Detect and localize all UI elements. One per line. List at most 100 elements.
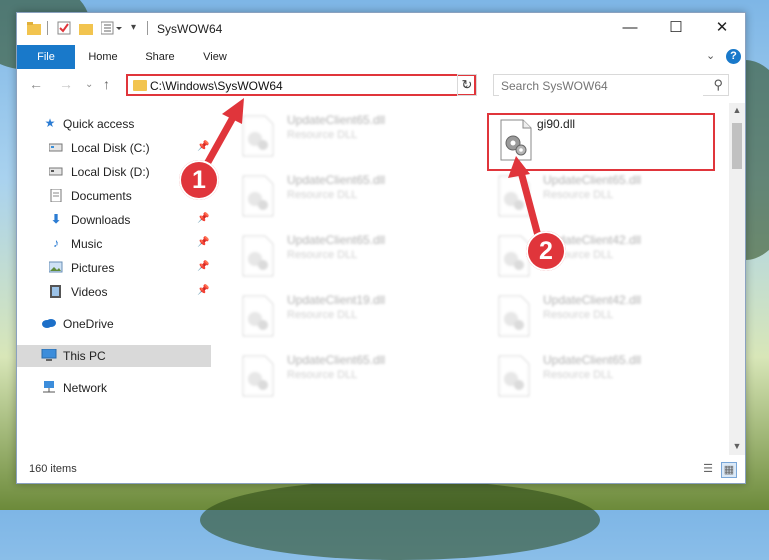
file-type: Resource DLL [287, 129, 358, 141]
vertical-scrollbar[interactable]: ▲ ▼ [729, 103, 745, 455]
address-path: C:\Windows\SysWOW64 [150, 79, 283, 93]
videos-icon [49, 285, 63, 298]
tab-share[interactable]: Share [137, 45, 183, 69]
tab-view[interactable]: View [195, 45, 235, 69]
file-name: UpdateClient65.dll [287, 173, 386, 187]
dll-file-icon [241, 295, 275, 337]
file-item[interactable]: UpdateClient65.dll Resource DLL [487, 349, 709, 405]
file-name: UpdateClient42.dll [543, 293, 642, 307]
file-list: UpdateClient65.dll Resource DLL UpdateCl… [223, 103, 728, 455]
item-count: 160 items [29, 463, 77, 475]
help-icon[interactable]: ? [726, 49, 741, 64]
file-name: UpdateClient65.dll [287, 353, 386, 367]
scrollbar-thumb[interactable] [732, 123, 742, 169]
details-view-icon[interactable]: ☰ [701, 462, 715, 476]
computer-icon [41, 348, 57, 362]
dll-file-icon [241, 235, 275, 277]
sidebar-item-label: Network [63, 381, 108, 395]
sidebar-item-downloads[interactable]: ⬇ Downloads 📌 [17, 209, 211, 231]
file-type: Resource DLL [287, 369, 358, 381]
file-item[interactable]: UpdateClient65.dll Resource DLL [487, 169, 709, 225]
sidebar-item-quick-access[interactable]: ★ Quick access [17, 113, 211, 135]
file-name: UpdateClient65.dll [543, 173, 642, 187]
sidebar-item-pictures[interactable]: Pictures 📌 [17, 257, 211, 279]
tab-file[interactable]: File [17, 45, 75, 69]
sidebar-item-videos[interactable]: Videos 📌 [17, 281, 211, 303]
documents-icon [49, 188, 63, 203]
sidebar-item-local-disk-c[interactable]: Local Disk (C:) 📌 [17, 137, 211, 159]
file-name: gi90.dll [537, 117, 576, 131]
file-item[interactable]: UpdateClient42.dll Resource DLL [487, 229, 709, 285]
file-item-gi90-dll[interactable]: gi90.dll [487, 113, 715, 171]
sidebar-item-label: Quick access [63, 117, 135, 131]
sidebar-item-onedrive[interactable]: OneDrive [17, 313, 211, 335]
file-type: Resource DLL [287, 249, 358, 261]
search-box[interactable]: ⚲ [493, 74, 729, 96]
window-title: SysWOW64 [157, 22, 223, 36]
sidebar-item-label: Downloads [71, 213, 131, 227]
network-icon [41, 381, 55, 394]
refresh-button[interactable]: ↻ [457, 74, 477, 96]
minimize-button[interactable]: — [607, 13, 653, 43]
file-name: UpdateClient65.dll [543, 353, 642, 367]
new-folder-icon[interactable] [79, 21, 93, 37]
pin-icon: 📌 [197, 285, 210, 296]
sidebar-item-label: Local Disk (D:) [71, 165, 150, 179]
dll-file-icon [241, 175, 275, 217]
pin-icon: 📌 [197, 237, 210, 248]
sidebar-item-network[interactable]: Network [17, 377, 211, 399]
recent-locations-icon[interactable]: ⌄ [85, 79, 93, 90]
customize-toolbar-icon[interactable]: ▾ [131, 21, 141, 37]
dll-file-icon [499, 119, 533, 161]
status-bar: 160 items ☰ ▦ [17, 459, 745, 481]
star-icon: ★ [44, 116, 56, 130]
close-button[interactable]: ✕ [699, 13, 745, 43]
sidebar-item-label: This PC [63, 349, 106, 363]
scroll-up-icon[interactable]: ▲ [729, 105, 745, 115]
download-icon: ⬇ [50, 212, 62, 226]
dll-file-icon [497, 355, 531, 397]
file-item[interactable]: UpdateClient65.dll Resource DLL [231, 109, 453, 165]
sidebar-item-this-pc[interactable]: This PC [17, 345, 211, 367]
music-icon: ♪ [53, 236, 59, 250]
sidebar-item-music[interactable]: ♪ Music 📌 [17, 233, 211, 255]
address-bar[interactable]: C:\Windows\SysWOW64 ⌄ [126, 74, 476, 96]
file-type: Resource DLL [543, 189, 614, 201]
pin-icon: 📌 [197, 261, 210, 272]
large-icons-view-icon[interactable]: ▦ [721, 462, 737, 478]
pictures-icon [48, 261, 63, 274]
scroll-down-icon[interactable]: ▼ [729, 441, 745, 451]
drive-icon [48, 165, 63, 178]
view-options-icon[interactable] [100, 21, 125, 37]
forward-arrow-icon[interactable]: → [59, 76, 73, 92]
file-type: Resource DLL [543, 309, 614, 321]
file-item[interactable]: UpdateClient65.dll Resource DLL [231, 229, 453, 285]
expand-ribbon-icon[interactable]: ⌄ [706, 49, 715, 62]
up-arrow-icon[interactable]: ↑ [103, 76, 110, 92]
file-item[interactable]: UpdateClient19.dll Resource DLL [231, 289, 453, 345]
sidebar-item-label: Documents [71, 189, 132, 203]
ribbon-tabs: File Home Share View ⌄ ? [17, 45, 745, 69]
sidebar-item-label: Pictures [71, 261, 115, 275]
pin-icon: 📌 [197, 213, 210, 224]
separator [47, 21, 48, 35]
navigation-pane: ★ Quick access Local Disk (C:) 📌 Local D… [17, 109, 211, 454]
step-1-badge: 1 [179, 160, 219, 200]
explorer-window: ▾ SysWOW64 — ☐ ✕ File Home Share View ⌄ … [16, 12, 746, 484]
search-input[interactable] [499, 76, 703, 96]
file-name: UpdateClient65.dll [287, 233, 386, 247]
maximize-button[interactable]: ☐ [653, 13, 699, 43]
background-foliage-bottom [200, 480, 600, 560]
tab-home[interactable]: Home [81, 45, 125, 69]
file-item[interactable]: UpdateClient65.dll Resource DLL [231, 349, 453, 405]
back-arrow-icon[interactable]: ← [29, 76, 43, 92]
dll-file-icon [241, 115, 275, 157]
file-name: UpdateClient65.dll [287, 113, 386, 127]
dll-file-icon [497, 295, 531, 337]
folder-icon [27, 21, 41, 37]
sidebar-item-label: Music [71, 237, 103, 251]
separator [147, 21, 148, 35]
properties-icon[interactable] [57, 21, 71, 37]
file-item[interactable]: UpdateClient65.dll Resource DLL [231, 169, 453, 225]
file-item[interactable]: UpdateClient42.dll Resource DLL [487, 289, 709, 345]
